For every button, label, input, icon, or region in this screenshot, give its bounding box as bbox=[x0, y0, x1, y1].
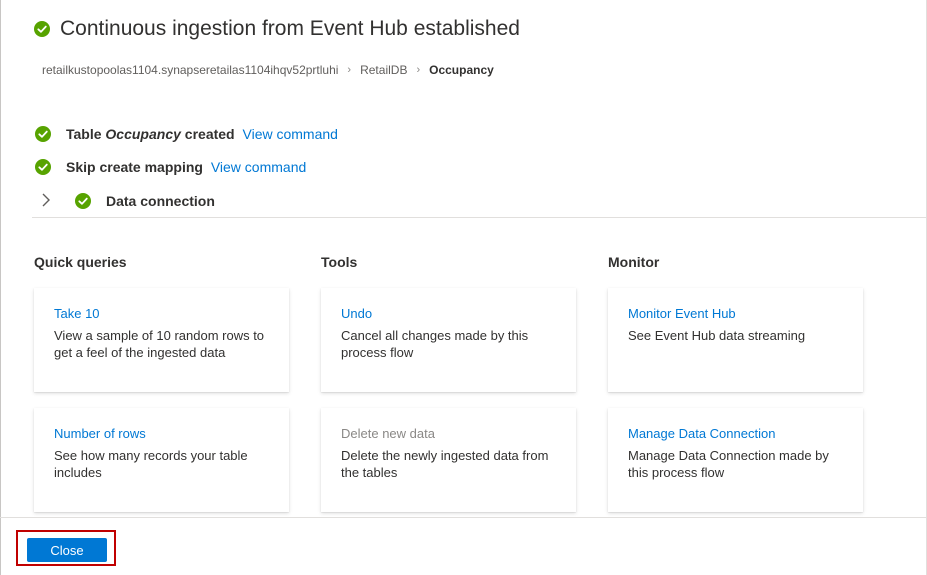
card-title[interactable]: Take 10 bbox=[54, 306, 269, 321]
step-connection-label: Data connection bbox=[106, 193, 215, 209]
card-manage-data-connection[interactable]: Manage Data Connection Manage Data Conne… bbox=[608, 408, 863, 512]
step-skip-mapping: Skip create mapping View command bbox=[66, 159, 306, 175]
card-title[interactable]: Undo bbox=[341, 306, 556, 321]
card-undo[interactable]: Undo Cancel all changes made by this pro… bbox=[321, 288, 576, 392]
success-check-icon bbox=[35, 126, 51, 142]
footer-divider bbox=[0, 517, 927, 518]
card-number-of-rows[interactable]: Number of rows See how many records your… bbox=[34, 408, 289, 512]
breadcrumb-item-pool[interactable]: retailkustopoolas1104.synapseretailas110… bbox=[42, 63, 338, 77]
card-monitor-event-hub[interactable]: Monitor Event Hub See Event Hub data str… bbox=[608, 288, 863, 392]
success-check-icon bbox=[75, 193, 91, 209]
step-table-prefix: Table bbox=[66, 126, 106, 142]
divider bbox=[32, 217, 927, 218]
step-table-suffix: created bbox=[180, 126, 235, 142]
card-title: Delete new data bbox=[341, 426, 435, 441]
card-delete-new-data: Delete new data Delete the newly ingeste… bbox=[321, 408, 576, 512]
step-table-created: Table Occupancy created View command bbox=[66, 126, 338, 142]
section-title-monitor: Monitor bbox=[608, 254, 660, 270]
card-description: See how many records your table includes bbox=[54, 448, 248, 480]
breadcrumb-item-database[interactable]: RetailDB bbox=[360, 63, 407, 77]
card-description: Manage Data Connection made by this proc… bbox=[628, 448, 829, 480]
close-button[interactable]: Close bbox=[27, 538, 107, 562]
card-title[interactable]: Number of rows bbox=[54, 426, 269, 441]
card-description: Cancel all changes made by this process … bbox=[341, 328, 529, 360]
step-table-name: Occupancy bbox=[105, 126, 181, 142]
section-title-tools: Tools bbox=[321, 254, 358, 270]
step-mapping-label: Skip create mapping bbox=[66, 159, 203, 175]
success-check-icon bbox=[34, 21, 50, 37]
breadcrumb: retailkustopoolas1104.synapseretailas110… bbox=[42, 63, 494, 77]
card-description: See Event Hub data streaming bbox=[628, 328, 806, 343]
success-check-icon bbox=[35, 159, 51, 175]
view-command-link-mapping[interactable]: View command bbox=[211, 159, 306, 175]
view-command-link-table[interactable]: View command bbox=[243, 126, 338, 142]
step-data-connection[interactable]: Data connection bbox=[106, 193, 215, 209]
chevron-right-icon: › bbox=[416, 64, 421, 76]
card-take-10[interactable]: Take 10 View a sample of 10 random rows … bbox=[34, 288, 289, 392]
section-title-quick-queries: Quick queries bbox=[34, 254, 127, 270]
page-title: Continuous ingestion from Event Hub esta… bbox=[60, 17, 520, 40]
chevron-right-icon: › bbox=[347, 64, 352, 76]
card-title[interactable]: Monitor Event Hub bbox=[628, 306, 843, 321]
card-description: Delete the newly ingested data from the … bbox=[341, 448, 549, 480]
card-description: View a sample of 10 random rows to get a… bbox=[54, 328, 265, 360]
breadcrumb-current: Occupancy bbox=[429, 63, 494, 77]
card-title[interactable]: Manage Data Connection bbox=[628, 426, 843, 441]
left-border bbox=[0, 0, 1, 575]
chevron-right-icon[interactable] bbox=[40, 192, 52, 208]
